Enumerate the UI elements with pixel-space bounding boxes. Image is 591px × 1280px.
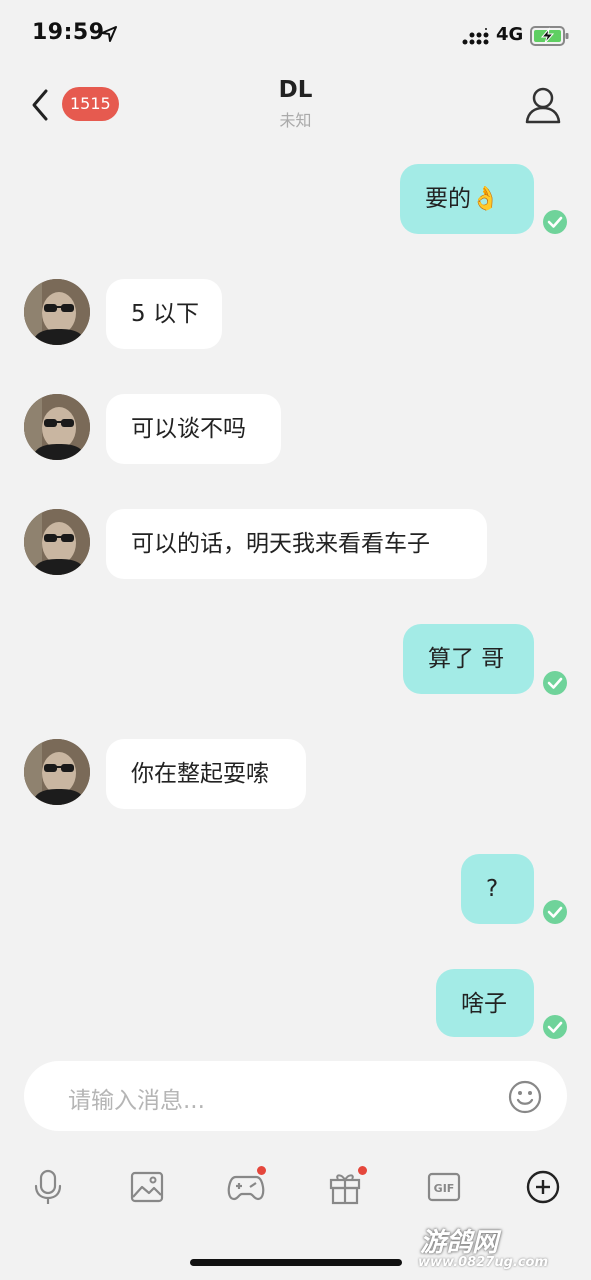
message-bubble-outgoing[interactable]: ? bbox=[461, 854, 534, 924]
read-check-icon bbox=[543, 210, 567, 234]
message-bubble-outgoing[interactable]: 算了 哥 bbox=[403, 624, 534, 694]
notification-dot bbox=[358, 1166, 367, 1175]
battery-charging-icon bbox=[530, 26, 569, 46]
notification-dot bbox=[257, 1166, 266, 1175]
message-bubble-incoming[interactable]: 你在整起耍嗦 bbox=[106, 739, 306, 809]
svg-text:GIF: GIF bbox=[434, 1182, 455, 1195]
message-bubble-incoming[interactable]: 5 以下 bbox=[106, 279, 222, 349]
emoji-icon[interactable] bbox=[508, 1080, 542, 1114]
profile-icon[interactable] bbox=[524, 86, 562, 124]
plus-circle-icon[interactable] bbox=[523, 1167, 563, 1207]
chat-title: DL bbox=[278, 77, 313, 103]
message-bubble-outgoing[interactable]: 要的👌 bbox=[400, 164, 534, 234]
status-time: 19:59 bbox=[32, 20, 105, 45]
location-arrow-icon bbox=[101, 26, 117, 42]
contact-avatar[interactable] bbox=[24, 509, 90, 575]
message-input-placeholder: 请输入消息... bbox=[68, 1088, 205, 1114]
contact-avatar[interactable] bbox=[24, 279, 90, 345]
microphone-icon[interactable] bbox=[28, 1167, 68, 1207]
message-bubble-incoming[interactable]: 可以谈不吗 bbox=[106, 394, 281, 464]
message-bubble-incoming[interactable]: 可以的话，明天我来看看车子 bbox=[106, 509, 487, 579]
contact-avatar[interactable] bbox=[24, 739, 90, 805]
read-check-icon bbox=[543, 1015, 567, 1039]
home-indicator[interactable] bbox=[190, 1259, 402, 1266]
message-bubble-outgoing[interactable]: 啥子 bbox=[436, 969, 534, 1037]
network-label: 4G bbox=[496, 24, 524, 45]
contact-avatar[interactable] bbox=[24, 394, 90, 460]
chat-subtitle: 未知 bbox=[279, 111, 312, 130]
signal-icon bbox=[462, 28, 489, 45]
image-icon[interactable] bbox=[127, 1167, 167, 1207]
gif-icon[interactable]: GIF bbox=[424, 1167, 464, 1207]
watermark-brand: 游鸽网 bbox=[420, 1228, 499, 1258]
read-check-icon bbox=[543, 671, 567, 695]
read-check-icon bbox=[543, 900, 567, 924]
watermark-url: www.0827ug.com bbox=[418, 1255, 548, 1270]
